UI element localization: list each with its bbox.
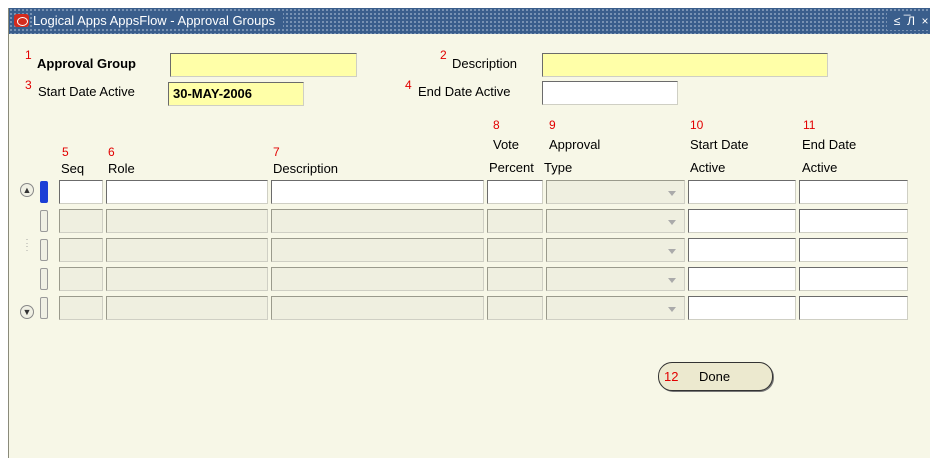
role-cell[interactable] [106, 180, 268, 204]
description-cell[interactable] [271, 180, 484, 204]
column-number-11: 11 [803, 118, 816, 132]
end-date-active-input[interactable] [542, 81, 678, 105]
row-selector[interactable] [40, 210, 48, 232]
end-date-cell[interactable] [799, 180, 908, 204]
start-date-active-label: Start Date Active [38, 84, 135, 99]
start-date-cell[interactable] [688, 209, 796, 233]
column-header-start-active: Active [690, 160, 726, 175]
approval-type-select[interactable] [546, 180, 685, 204]
column-header-description: Description [273, 161, 339, 176]
column-header-vote: Vote [493, 137, 520, 152]
field-number-3: 3 [25, 78, 32, 92]
scroll-grip-icon[interactable]: :: [22, 237, 32, 253]
approval-type-select[interactable] [546, 267, 685, 291]
oracle-logo-icon [14, 14, 29, 27]
column-header-seq: Seq [61, 161, 85, 176]
maximize-icon[interactable]: ̅Л [905, 12, 917, 30]
column-number-9: 9 [549, 118, 556, 132]
title-bar: Logical Apps AppsFlow - Approval Groups … [9, 8, 930, 34]
approval-type-select[interactable] [546, 209, 685, 233]
description-cell[interactable] [271, 238, 484, 262]
description-cell[interactable] [271, 296, 484, 320]
close-icon[interactable]: × [919, 12, 930, 30]
approval-type-select[interactable] [546, 296, 685, 320]
column-number-5: 5 [62, 145, 69, 159]
column-number-7: 7 [273, 145, 280, 159]
done-button-label: Done [699, 369, 731, 384]
field-number-2: 2 [440, 48, 447, 62]
scroll-down-arrow-icon[interactable]: ▼ [20, 305, 34, 319]
vote-percent-cell[interactable] [487, 180, 543, 204]
minimize-icon[interactable]: ≤ [891, 12, 903, 30]
field-number-4: 4 [405, 78, 412, 92]
column-number-8: 8 [493, 118, 500, 132]
role-cell[interactable] [106, 238, 268, 262]
row-selector[interactable] [40, 268, 48, 290]
start-date-cell[interactable] [688, 267, 796, 291]
seq-cell[interactable] [59, 209, 103, 233]
seq-cell[interactable] [59, 180, 103, 204]
start-date-cell[interactable] [688, 296, 796, 320]
row-selector[interactable] [40, 297, 48, 319]
row-selector[interactable] [40, 181, 48, 203]
column-header-end-active: Active [802, 160, 838, 175]
column-header-approval: Approval [549, 137, 601, 152]
button-number-12: 12 [664, 369, 679, 384]
start-date-active-input[interactable]: 30-MAY-2006 [168, 82, 304, 106]
scroll-up-arrow-icon[interactable]: ▲ [20, 183, 34, 197]
approval-type-select[interactable] [546, 238, 685, 262]
approval-group-label: Approval Group [37, 56, 136, 71]
seq-cell[interactable] [59, 238, 103, 262]
column-header-percent: Percent [489, 160, 534, 175]
window-title: Logical Apps AppsFlow - Approval Groups [33, 13, 284, 29]
field-number-1: 1 [25, 48, 32, 62]
seq-cell[interactable] [59, 267, 103, 291]
description-input[interactable] [542, 53, 828, 77]
vote-percent-cell[interactable] [487, 267, 543, 291]
role-cell[interactable] [106, 209, 268, 233]
end-date-cell[interactable] [799, 209, 908, 233]
description-cell[interactable] [271, 209, 484, 233]
row-selector[interactable] [40, 239, 48, 261]
vote-percent-cell[interactable] [487, 296, 543, 320]
end-date-active-label: End Date Active [418, 84, 511, 99]
done-button[interactable]: 12 Done [658, 362, 773, 391]
vote-percent-cell[interactable] [487, 238, 543, 262]
end-date-cell[interactable] [799, 238, 908, 262]
column-header-role: Role [108, 161, 135, 176]
end-date-cell[interactable] [799, 267, 908, 291]
start-date-cell[interactable] [688, 238, 796, 262]
column-number-10: 10 [690, 118, 704, 132]
vote-percent-cell[interactable] [487, 209, 543, 233]
end-date-cell[interactable] [799, 296, 908, 320]
role-cell[interactable] [106, 296, 268, 320]
column-number-6: 6 [108, 145, 115, 159]
column-header-start-date: Start Date [690, 137, 749, 152]
approval-group-input[interactable] [170, 53, 357, 77]
start-date-cell[interactable] [688, 180, 796, 204]
column-header-type: Type [544, 160, 573, 175]
seq-cell[interactable] [59, 296, 103, 320]
role-cell[interactable] [106, 267, 268, 291]
description-label: Description [452, 56, 518, 71]
column-header-end-date: End Date [802, 137, 857, 152]
window-controls: ≤ ̅Л × [887, 12, 930, 30]
description-cell[interactable] [271, 267, 484, 291]
